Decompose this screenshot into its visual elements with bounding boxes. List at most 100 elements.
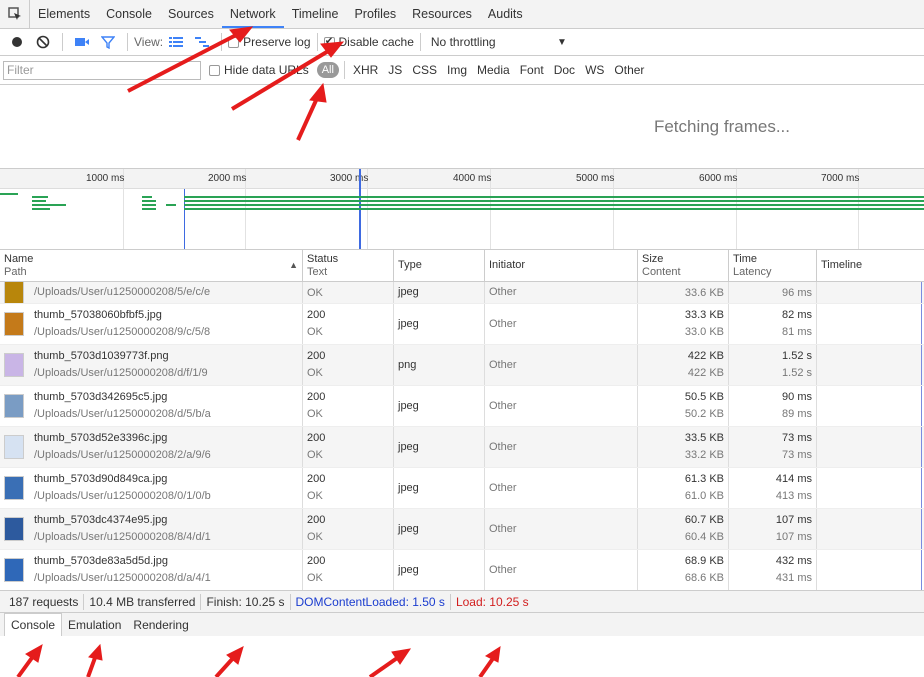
- tab-audits[interactable]: Audits: [480, 0, 531, 28]
- latency-time: 431 ms: [775, 572, 812, 584]
- disable-cache-checkbox[interactable]: ✔ Disable cache: [323, 35, 414, 49]
- table-row[interactable]: thumb_5703d1039773f.png/Uploads/User/u12…: [0, 345, 924, 386]
- cell-size: 60.7 KB 60.4 KB: [638, 509, 729, 549]
- cell-status: 200 OK: [303, 345, 394, 385]
- waterfall-bar: [142, 200, 156, 202]
- request-name[interactable]: thumb_5703dc4374e95.jpg: [34, 512, 211, 529]
- cell-status: OK: [303, 282, 394, 303]
- content-size: 422 KB: [687, 367, 724, 379]
- toolbar-divider: [419, 33, 421, 51]
- table-body: /Uploads/User/u1250000208/5/e/c/e OK jpeg O…: [0, 282, 924, 590]
- request-name[interactable]: thumb_5703de83a5d5d.jpg: [34, 553, 211, 570]
- table-row[interactable]: thumb_57038060bfbf5.jpg/Uploads/User/u12…: [0, 304, 924, 345]
- column-header-name[interactable]: Name Path ▲: [0, 250, 303, 281]
- request-name[interactable]: thumb_57038060bfbf5.jpg: [34, 307, 210, 324]
- column-header-status[interactable]: Status Text: [303, 250, 394, 281]
- filter-input[interactable]: [3, 60, 201, 80]
- drawer-tab-emulation[interactable]: Emulation: [62, 614, 127, 636]
- filter-type-js[interactable]: JS: [383, 63, 407, 77]
- record-button[interactable]: [6, 30, 28, 54]
- cell-status: 200 OK: [303, 509, 394, 549]
- drawer-tab-console[interactable]: Console: [4, 613, 63, 636]
- status-text: OK: [307, 367, 323, 379]
- cell-type: jpeg: [394, 282, 485, 303]
- request-path: /Uploads/User/u1250000208/d/5/b/a: [34, 408, 211, 420]
- capture-screenshots-button[interactable]: [71, 30, 93, 54]
- table-row[interactable]: thumb_5703dc4374e95.jpg/Uploads/User/u12…: [0, 509, 924, 550]
- latency-time: 73 ms: [782, 449, 812, 461]
- cell-time: 96 ms: [729, 282, 817, 303]
- tab-resources[interactable]: Resources: [404, 0, 480, 28]
- table-row[interactable]: thumb_5703d342695c5.jpg/Uploads/User/u12…: [0, 386, 924, 427]
- table-row[interactable]: thumb_5703d52e3396c.jpg/Uploads/User/u12…: [0, 427, 924, 468]
- check-icon: ✔: [324, 36, 334, 47]
- filter-type-font[interactable]: Font: [515, 63, 549, 77]
- annotation-arrow: [16, 653, 36, 677]
- request-name[interactable]: thumb_5703d90d849ca.jpg: [34, 471, 211, 488]
- latency-time: 107 ms: [775, 531, 812, 543]
- filter-type-media[interactable]: Media: [472, 63, 515, 77]
- cell-type: jpeg: [394, 550, 485, 590]
- request-name[interactable]: thumb_5703d52e3396c.jpg: [34, 430, 211, 447]
- table-row[interactable]: thumb_5703de83a5d5d.jpg/Uploads/User/u12…: [0, 550, 924, 590]
- header-text-label: Text: [307, 266, 328, 278]
- tab-console[interactable]: Console: [98, 0, 160, 28]
- tab-profiles[interactable]: Profiles: [346, 0, 404, 28]
- column-header-time[interactable]: Time Latency: [729, 250, 817, 281]
- cell-time: 414 ms 413 ms: [729, 468, 817, 508]
- tab-elements[interactable]: Elements: [30, 0, 98, 28]
- throttling-select[interactable]: No throttling ▼: [427, 35, 567, 49]
- network-overview[interactable]: 1000 ms 2000 ms 3000 ms 4000 ms 5000 ms …: [0, 169, 924, 250]
- status-code: 200: [307, 555, 326, 567]
- filter-icon: [101, 36, 115, 49]
- column-header-timeline[interactable]: Timeline: [817, 250, 924, 281]
- cell-status: 200 OK: [303, 304, 394, 344]
- table-row[interactable]: thumb_5703d90d849ca.jpg/Uploads/User/u12…: [0, 468, 924, 509]
- filter-type-other[interactable]: Other: [609, 63, 649, 77]
- filter-type-css[interactable]: CSS: [407, 63, 442, 77]
- disable-cache-box[interactable]: ✔: [323, 36, 335, 48]
- preserve-log-checkbox[interactable]: Preserve log: [228, 35, 311, 49]
- toolbar-divider: [62, 33, 63, 51]
- tab-network[interactable]: Network: [221, 0, 284, 28]
- waterfall-bar: [184, 204, 924, 206]
- header-initiator-label: Initiator: [489, 259, 526, 271]
- request-name[interactable]: thumb_5703d1039773f.png: [34, 348, 208, 365]
- finish-time: Finish: 10.25 s: [201, 593, 291, 610]
- request-path: /Uploads/User/u1250000208/9/c/5/8: [34, 326, 211, 338]
- filter-type-ws[interactable]: WS: [580, 63, 609, 77]
- clear-button[interactable]: [32, 30, 54, 54]
- filter-toggle-button[interactable]: [97, 30, 119, 54]
- overview-toggle-button[interactable]: [191, 30, 213, 54]
- content-size: 50.2 KB: [684, 408, 724, 420]
- initiator: Other: [489, 399, 517, 412]
- large-rows-button[interactable]: [165, 30, 187, 54]
- inspect-element-button[interactable]: [0, 0, 30, 28]
- latency-time: 413 ms: [775, 490, 812, 502]
- total-time: 73 ms: [782, 432, 812, 444]
- cell-status: 200 OK: [303, 386, 394, 426]
- column-header-size[interactable]: Size Content: [638, 250, 729, 281]
- filter-type-all[interactable]: All: [316, 62, 339, 78]
- filter-type-doc[interactable]: Doc: [549, 63, 580, 77]
- hide-data-urls-checkbox[interactable]: Hide data URLs: [209, 63, 309, 77]
- cell-timeline: [817, 550, 924, 590]
- filter-type-xhr[interactable]: XHR: [348, 63, 383, 77]
- cell-initiator: Other: [485, 345, 638, 385]
- status-text: OK: [307, 449, 323, 461]
- cell-timeline: [817, 468, 924, 508]
- filter-type-img[interactable]: Img: [442, 63, 472, 77]
- domcontentloaded-marker: [184, 189, 185, 249]
- column-header-initiator[interactable]: Initiator: [485, 250, 638, 281]
- request-name[interactable]: thumb_5703d342695c5.jpg: [34, 389, 211, 406]
- tab-sources[interactable]: Sources: [160, 0, 222, 28]
- drawer-tab-rendering[interactable]: Rendering: [127, 614, 194, 636]
- mime-type: jpeg: [398, 440, 419, 453]
- table-row[interactable]: /Uploads/User/u1250000208/5/e/c/e OK jpeg O…: [0, 282, 924, 304]
- file-thumbnail: [4, 312, 24, 336]
- cell-initiator: Other: [485, 304, 638, 344]
- tab-timeline[interactable]: Timeline: [284, 0, 347, 28]
- column-header-type[interactable]: Type: [394, 250, 485, 281]
- preserve-log-box[interactable]: [228, 36, 240, 48]
- hide-data-urls-box[interactable]: [209, 64, 220, 76]
